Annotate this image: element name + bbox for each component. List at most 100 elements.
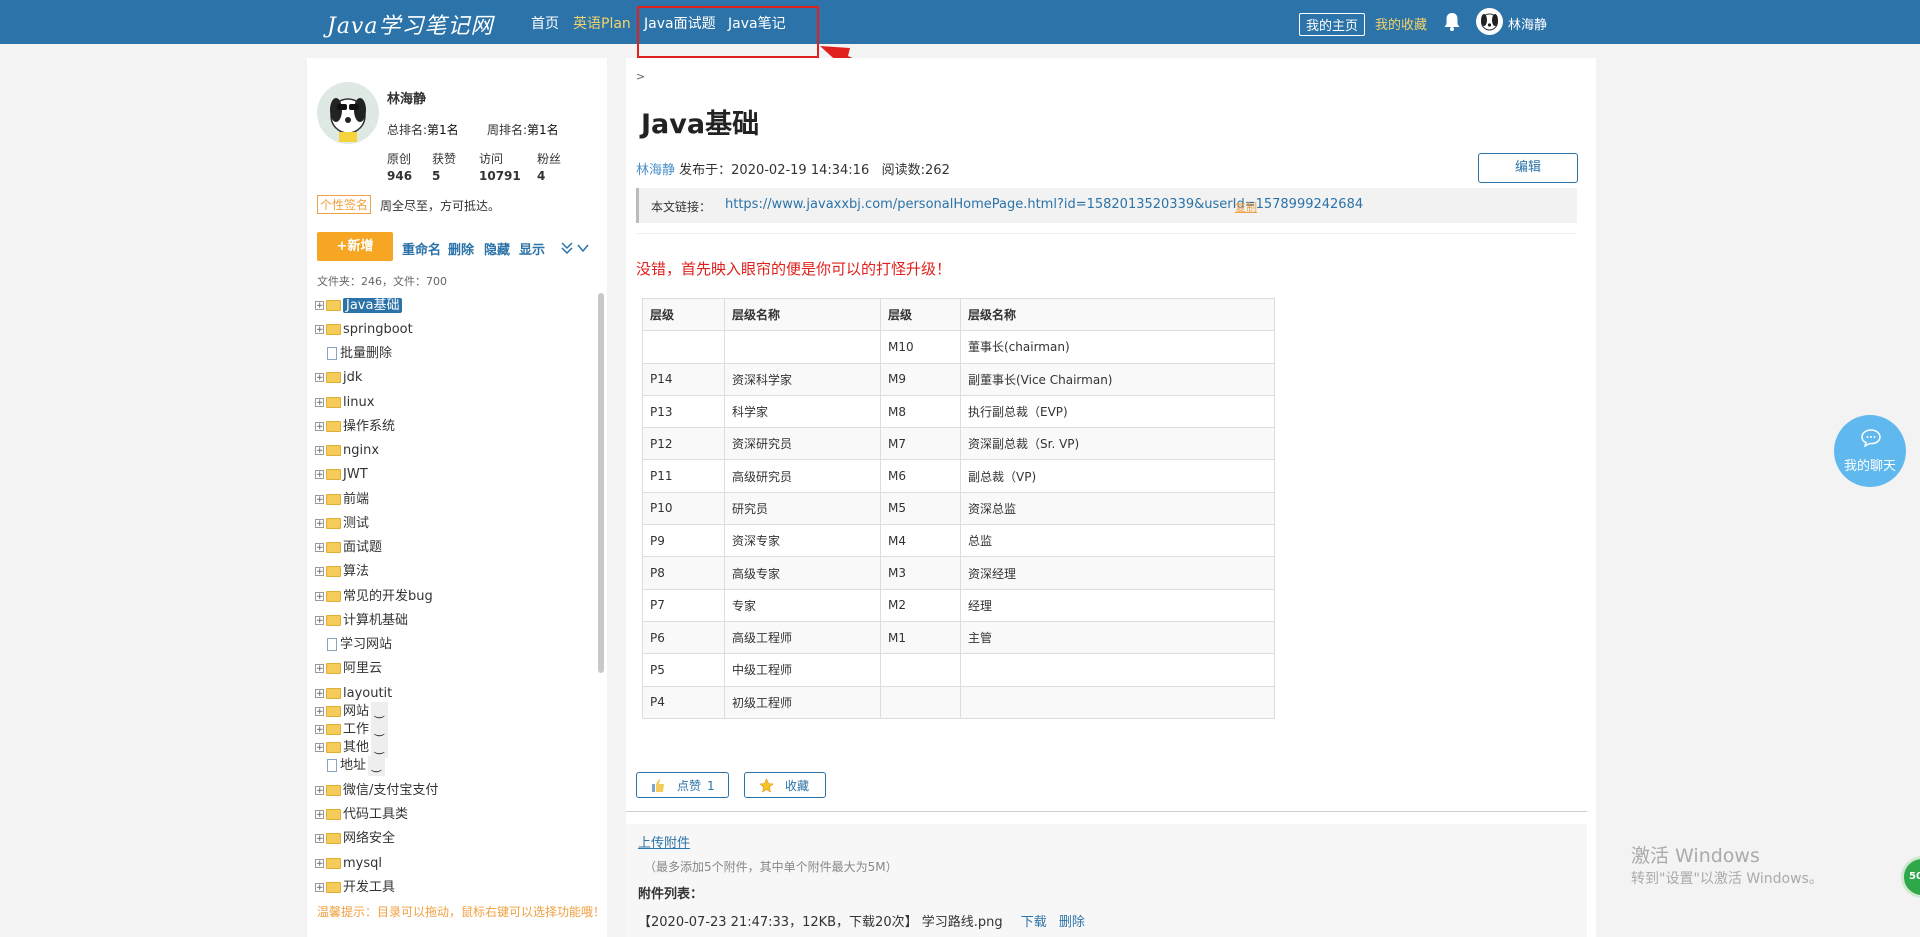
expand-icon[interactable]: + (315, 664, 324, 674)
table-cell: 科学家 (724, 394, 881, 429)
expand-icon[interactable]: + (315, 325, 324, 335)
expand-icon[interactable]: + (315, 567, 324, 577)
expand-icon[interactable]: + (315, 707, 324, 717)
user-name[interactable]: 林海静 (1508, 14, 1547, 33)
expand-icon[interactable]: + (315, 470, 324, 480)
rename-button[interactable]: 重命名 (402, 239, 441, 258)
my-home-button[interactable]: 我的主页 (1299, 13, 1366, 36)
add-button[interactable]: +新增 (317, 232, 393, 261)
tree-scrollbar[interactable] (598, 293, 604, 673)
table-row: M10 董事长(chairman) (642, 330, 1275, 364)
expand-icon[interactable]: + (315, 616, 324, 626)
expand-icon[interactable]: + (315, 689, 324, 699)
tree-label: 操作系统 (343, 419, 396, 434)
expand-icon[interactable]: + (315, 398, 324, 408)
expand-icon[interactable]: + (315, 786, 324, 796)
tree-folder[interactable]: + 微信/支付宝支付 (315, 781, 438, 801)
folder-icon (326, 300, 341, 311)
tree-folder[interactable]: + 面试题 (315, 538, 382, 558)
edit-button[interactable]: 编辑 (1478, 153, 1578, 183)
table-cell: P7 (642, 588, 725, 622)
tree-folder[interactable]: + nginx (315, 441, 379, 461)
tree-folder[interactable]: + 操作系统 (315, 417, 395, 437)
tree-label: 计算机基础 (343, 613, 409, 628)
expand-icon[interactable]: + (315, 725, 324, 735)
expand-icon[interactable]: + (315, 495, 324, 505)
expand-icon[interactable]: + (315, 810, 324, 820)
tree-folder[interactable]: + springboot (315, 320, 413, 340)
hide-button[interactable]: 隐藏 (484, 239, 510, 258)
like-button[interactable]: 点赞 1 (636, 772, 729, 798)
tree-folder[interactable]: + 代码工具类 (315, 805, 408, 825)
site-logo[interactable]: Java学习笔记网 (327, 8, 493, 40)
tree-folder[interactable]: + Java基础 (315, 296, 403, 316)
favorite-button[interactable]: 收藏 (744, 772, 826, 798)
my-favorites-link[interactable]: 我的收藏 (1375, 14, 1427, 33)
table-cell: 高级工程师 (724, 620, 881, 655)
signature-text: 周全尽至，方可抵达。 (380, 199, 501, 213)
article-url[interactable]: https://www.javaxxbj.com/personalHomePag… (725, 197, 1363, 212)
speed-badge[interactable]: 50 (1901, 856, 1920, 898)
tree-file[interactable]: 地址 ⏝ (315, 756, 385, 776)
author-link[interactable]: 林海静 (636, 163, 675, 178)
nav-english-plan[interactable]: 英语Plan (573, 13, 631, 33)
folder-icon (326, 494, 341, 505)
table-header-row: 层级 层级名称 层级 层级名称 (642, 297, 1275, 332)
chat-float-button[interactable]: 我的聊天 (1834, 415, 1906, 487)
expand-icon[interactable]: + (315, 373, 324, 383)
upload-attachment-link[interactable]: 上传附件 (638, 832, 690, 851)
delete-button[interactable]: 删除 (448, 239, 474, 258)
expand-icon[interactable]: + (315, 859, 324, 869)
show-button[interactable]: 显示 (519, 239, 545, 258)
chat-bubble-icon (1861, 429, 1881, 447)
expand-icon[interactable]: + (315, 834, 324, 844)
table-cell: 中级工程师 (724, 653, 881, 687)
like-label: 点赞 (677, 779, 702, 793)
tree-label: 学习网站 (340, 637, 393, 652)
tree-file[interactable]: 学习网站 (315, 635, 392, 655)
expand-icon[interactable]: + (315, 543, 324, 553)
tree-label: 常见的开发bug (343, 589, 433, 604)
expand-icon[interactable]: + (315, 883, 324, 893)
folder-icon (326, 882, 341, 893)
table-cell: M8 (880, 394, 961, 429)
tree-folder[interactable]: + 网络安全 (315, 829, 395, 849)
tree-folder[interactable]: + linux (315, 393, 374, 413)
tree-folder[interactable]: + 常见的开发bug (315, 587, 433, 607)
download-link[interactable]: 下载 (1021, 915, 1047, 930)
tree-folder[interactable]: + 测试 (315, 514, 369, 534)
tree-folder[interactable]: + 算法 (315, 562, 369, 582)
tree-folder[interactable]: + 计算机基础 (315, 611, 408, 631)
table-cell: M3 (880, 556, 961, 590)
publish-time: 发布于：2020-02-19 14:34:16 (679, 163, 870, 178)
expand-icon[interactable]: + (315, 301, 324, 311)
tree-folder[interactable]: + 网站 ⏝ (315, 702, 388, 722)
user-avatar[interactable] (1476, 8, 1503, 35)
expand-icon[interactable]: + (315, 743, 324, 753)
tree-label: mysql (343, 856, 382, 871)
bell-icon[interactable] (1443, 12, 1461, 32)
profile-avatar[interactable] (317, 82, 379, 144)
tree-folder[interactable]: + 前端 (315, 490, 369, 510)
divider (636, 233, 1577, 234)
delete-attachment-link[interactable]: 删除 (1059, 915, 1085, 930)
divider (626, 811, 1587, 812)
tree-folder[interactable]: + jdk (315, 368, 362, 388)
tree-folder[interactable]: + 工作 ⏝ (315, 720, 388, 740)
tree-folder[interactable]: + 开发工具 (315, 878, 395, 898)
copy-link-button[interactable]: 复制 (1235, 199, 1257, 215)
tree-folder[interactable]: + mysql (315, 854, 382, 874)
tree-folder[interactable]: + JWT (315, 465, 368, 485)
expand-icon[interactable]: + (315, 422, 324, 432)
chevron-down-icon[interactable] (561, 242, 591, 254)
tree-folder[interactable]: + 其他 ⏝ (315, 738, 388, 758)
folder-icon (326, 566, 341, 577)
tree-folder[interactable]: + 阿里云 (315, 659, 382, 679)
attachment-hint: （最多添加5个附件，其中单个附件最大为5M） (644, 860, 898, 874)
expand-icon[interactable]: + (315, 519, 324, 529)
tree-folder[interactable]: + layoutit (315, 684, 392, 704)
tree-file[interactable]: 批量删除 (315, 344, 392, 364)
nav-home[interactable]: 首页 (531, 13, 559, 33)
expand-icon[interactable]: + (315, 446, 324, 456)
expand-icon[interactable]: + (315, 592, 324, 602)
